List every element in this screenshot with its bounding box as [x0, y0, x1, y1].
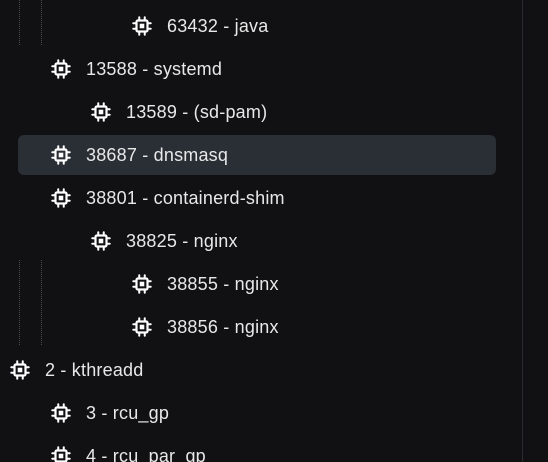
- cpu-chip-icon: [131, 273, 153, 295]
- tree-item[interactable]: 13588 - systemd: [50, 49, 222, 89]
- tree-item[interactable]: 38856 - nginx: [131, 307, 279, 347]
- tree-guide-line: [19, 0, 20, 45]
- tree-item[interactable]: 38825 - nginx: [90, 221, 238, 261]
- tree-item-label: 63432 - java: [167, 15, 269, 36]
- tree-item[interactable]: 4 - rcu_par_gp: [50, 436, 206, 462]
- tree-item[interactable]: 38801 - containerd-shim: [50, 178, 285, 218]
- tree-item-label: 38855 - nginx: [167, 273, 279, 294]
- tree-item-label: 13588 - systemd: [86, 58, 223, 79]
- tree-item-label: 38856 - nginx: [167, 316, 279, 337]
- tree-item[interactable]: 63432 - java: [131, 6, 268, 46]
- tree-item[interactable]: 2 - kthreadd: [9, 350, 143, 390]
- tree-item-label: 3 - rcu_gp: [86, 402, 170, 423]
- process-tree: 63432 - java 13588 - systemd 13589 - (sd…: [0, 0, 522, 462]
- tree-item[interactable]: 13589 - (sd-pam): [90, 92, 267, 132]
- tree-item-label: 38825 - nginx: [126, 230, 238, 251]
- cpu-chip-icon: [50, 445, 72, 462]
- tree-item[interactable]: 38855 - nginx: [131, 264, 279, 304]
- tree-item[interactable]: 3 - rcu_gp: [50, 393, 169, 433]
- cpu-chip-icon: [131, 316, 153, 338]
- cpu-chip-icon: [50, 402, 72, 424]
- tree-item-label: 38687 - dnsmasq: [86, 144, 229, 165]
- tree-item-selected[interactable]: 38687 - dnsmasq: [18, 135, 496, 175]
- tree-item-label: 2 - kthreadd: [45, 359, 144, 380]
- tree-guide-line: [41, 260, 42, 345]
- tree-guide-line: [41, 0, 42, 45]
- tree-item-label: 13589 - (sd-pam): [126, 101, 268, 122]
- tree-guide-line: [19, 260, 20, 345]
- scrollbar-track[interactable]: [523, 0, 548, 462]
- tree-item-label: 4 - rcu_par_gp: [86, 445, 206, 462]
- cpu-chip-icon: [131, 15, 153, 37]
- tree-item-label: 38801 - containerd-shim: [86, 187, 285, 208]
- cpu-chip-icon: [50, 58, 72, 80]
- cpu-chip-icon: [90, 101, 112, 123]
- cpu-chip-icon: [9, 359, 31, 381]
- cpu-chip-icon: [50, 144, 72, 166]
- cpu-chip-icon: [90, 230, 112, 252]
- cpu-chip-icon: [50, 187, 72, 209]
